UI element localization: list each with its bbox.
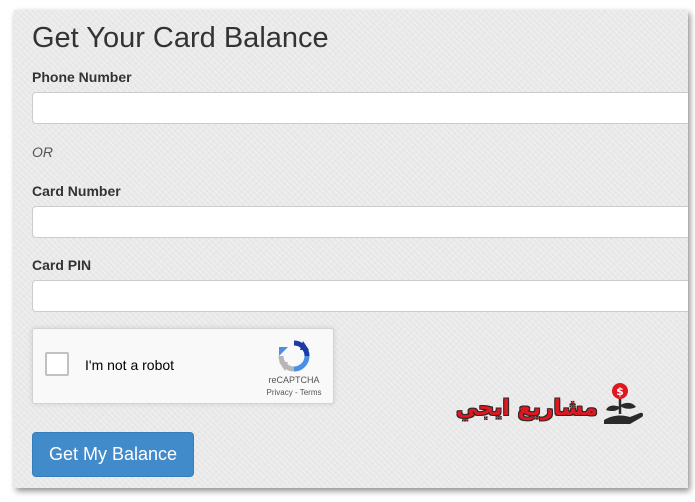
card-pin-label: Card PIN [32, 257, 92, 273]
recaptcha-label: I'm not a robot [85, 357, 175, 373]
recaptcha-checkbox[interactable] [45, 352, 69, 376]
card-number-label: Card Number [32, 183, 121, 199]
get-balance-button[interactable]: Get My Balance [32, 432, 194, 477]
page-title: Get Your Card Balance [32, 22, 329, 54]
phone-number-input[interactable] [32, 92, 688, 124]
recaptcha-widget: I'm not a robot reCAPTCHA Privacy - Term… [32, 328, 334, 404]
phone-number-label: Phone Number [32, 69, 132, 85]
recaptcha-privacy-link[interactable]: Privacy [267, 388, 293, 397]
site-watermark: مشاريع ايجي $ [456, 382, 646, 432]
card-number-input[interactable] [32, 206, 688, 238]
card-pin-input[interactable] [32, 280, 688, 312]
recaptcha-links: Privacy - Terms [251, 388, 337, 397]
watermark-text: مشاريع ايجي [456, 396, 598, 421]
recaptcha-logo-icon [278, 340, 310, 372]
or-separator: OR [32, 144, 53, 160]
recaptcha-links-separator: - [292, 388, 300, 397]
recaptcha-terms-link[interactable]: Terms [300, 388, 322, 397]
recaptcha-brand: reCAPTCHA [268, 375, 320, 385]
svg-text:$: $ [616, 385, 624, 398]
money-hand-plant-icon: $ [604, 383, 644, 424]
balance-form-panel: Get Your Card Balance Phone Number OR Ca… [14, 10, 688, 488]
